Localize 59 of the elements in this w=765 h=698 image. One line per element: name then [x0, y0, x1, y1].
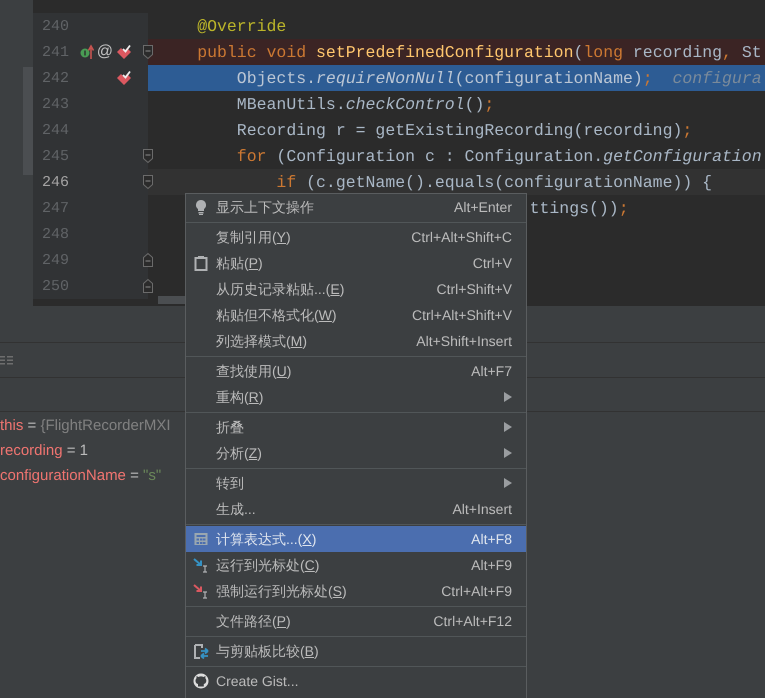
fold-icon[interactable] [142, 148, 154, 164]
shortcut-label: Ctrl+Alt+F12 [433, 612, 512, 630]
shortcut-label: Ctrl+Alt+F9 [441, 582, 512, 600]
menu-item[interactable]: 强制运行到光标处(S) Ctrl+Alt+F9 [186, 578, 526, 604]
bulb-icon [193, 199, 209, 215]
menu-item[interactable]: 生成... Alt+Insert [186, 496, 526, 522]
menu-item[interactable]: 运行到光标处(C) Alt+F9 [186, 552, 526, 578]
shortcut-label: Alt+F7 [471, 362, 512, 380]
menu-item[interactable]: 粘贴(P) Ctrl+V [186, 250, 526, 276]
menu-item[interactable]: 分析(Z) [186, 440, 526, 466]
shortcut-label: Alt+F8 [471, 530, 512, 548]
menu-item[interactable]: 计算表达式...(X) Alt+F8 [186, 526, 526, 552]
code-line: for (Configuration c : Configuration.getConfiguration [236, 146, 762, 166]
variable-row[interactable]: configurationName = "s" [0, 463, 162, 488]
code-line: if (c.getName().equals(configurationName)) { [275, 172, 712, 192]
clipboard-icon [193, 255, 209, 271]
breakpoint-icon[interactable] [116, 70, 132, 86]
fold-icon[interactable] [142, 44, 154, 60]
menu-item[interactable]: 显示上下文操作 Alt+Enter [186, 194, 526, 220]
menu-item[interactable]: 折叠 [186, 414, 526, 440]
shortcut-label: Ctrl+Shift+V [436, 280, 512, 298]
fold-icon[interactable] [142, 278, 154, 294]
override-icon[interactable] [80, 44, 94, 60]
code-line: ttings()); [530, 198, 629, 218]
shortcut-label: Ctrl+V [472, 254, 512, 272]
variable-row[interactable]: this = {FlightRecorderMXI [0, 413, 171, 438]
line-number: 246 [40, 174, 69, 190]
annotation-marker[interactable]: @ [96, 44, 113, 60]
shortcut-label: Ctrl+Alt+Shift+C [411, 228, 512, 246]
shortcut-label: Ctrl+Alt+Shift+V [412, 306, 512, 324]
cat-icon [193, 673, 209, 689]
menu-item[interactable]: Create Gist... [186, 668, 526, 694]
fold-icon[interactable] [142, 174, 154, 190]
menu-item[interactable]: 粘贴但不格式化(W) Ctrl+Alt+Shift+V [186, 302, 526, 328]
shortcut-label: Alt+F9 [471, 556, 512, 574]
code-line: @Override [196, 16, 286, 36]
arrow-cursor-icon [193, 583, 209, 599]
menu-item[interactable]: 与剪贴板比较(B) [186, 638, 526, 664]
menu-item[interactable]: 从历史记录粘贴...(E) Ctrl+Shift+V [186, 276, 526, 302]
menu-item[interactable]: 转到 [186, 470, 526, 496]
calculator-icon [193, 531, 209, 547]
scrollbar[interactable] [23, 67, 33, 175]
code-line: public void setPredefinedConfiguration(long recording, St [196, 42, 762, 62]
menu-item[interactable]: 文件路径(P) Ctrl+Alt+F12 [186, 608, 526, 634]
menu-item[interactable]: 列选择模式(M) Alt+Shift+Insert [186, 328, 526, 354]
variable-row[interactable]: recording = 1 [0, 438, 88, 463]
shortcut-label: Alt+Insert [452, 500, 512, 518]
shortcut-label: Alt+Shift+Insert [416, 332, 512, 350]
arrow-cursor-icon [193, 557, 209, 573]
code-line: Objects.requireNonNull(configurationName); configura [236, 68, 762, 88]
menu-item[interactable]: 复制引用(Y) Ctrl+Alt+Shift+C [186, 224, 526, 250]
code-line: Recording r = getExistingRecording(recording); [236, 120, 692, 140]
fold-icon[interactable] [142, 252, 154, 268]
shortcut-label: Alt+Enter [454, 198, 512, 216]
breakpoint-icon[interactable] [116, 44, 132, 60]
menu-item[interactable]: 重构(R) [186, 384, 526, 410]
code-line: MBeanUtils.checkControl(); [236, 94, 494, 114]
menu-item[interactable]: 查找使用(U) Alt+F7 [186, 358, 526, 384]
clipboard-arrows-icon [193, 643, 209, 659]
